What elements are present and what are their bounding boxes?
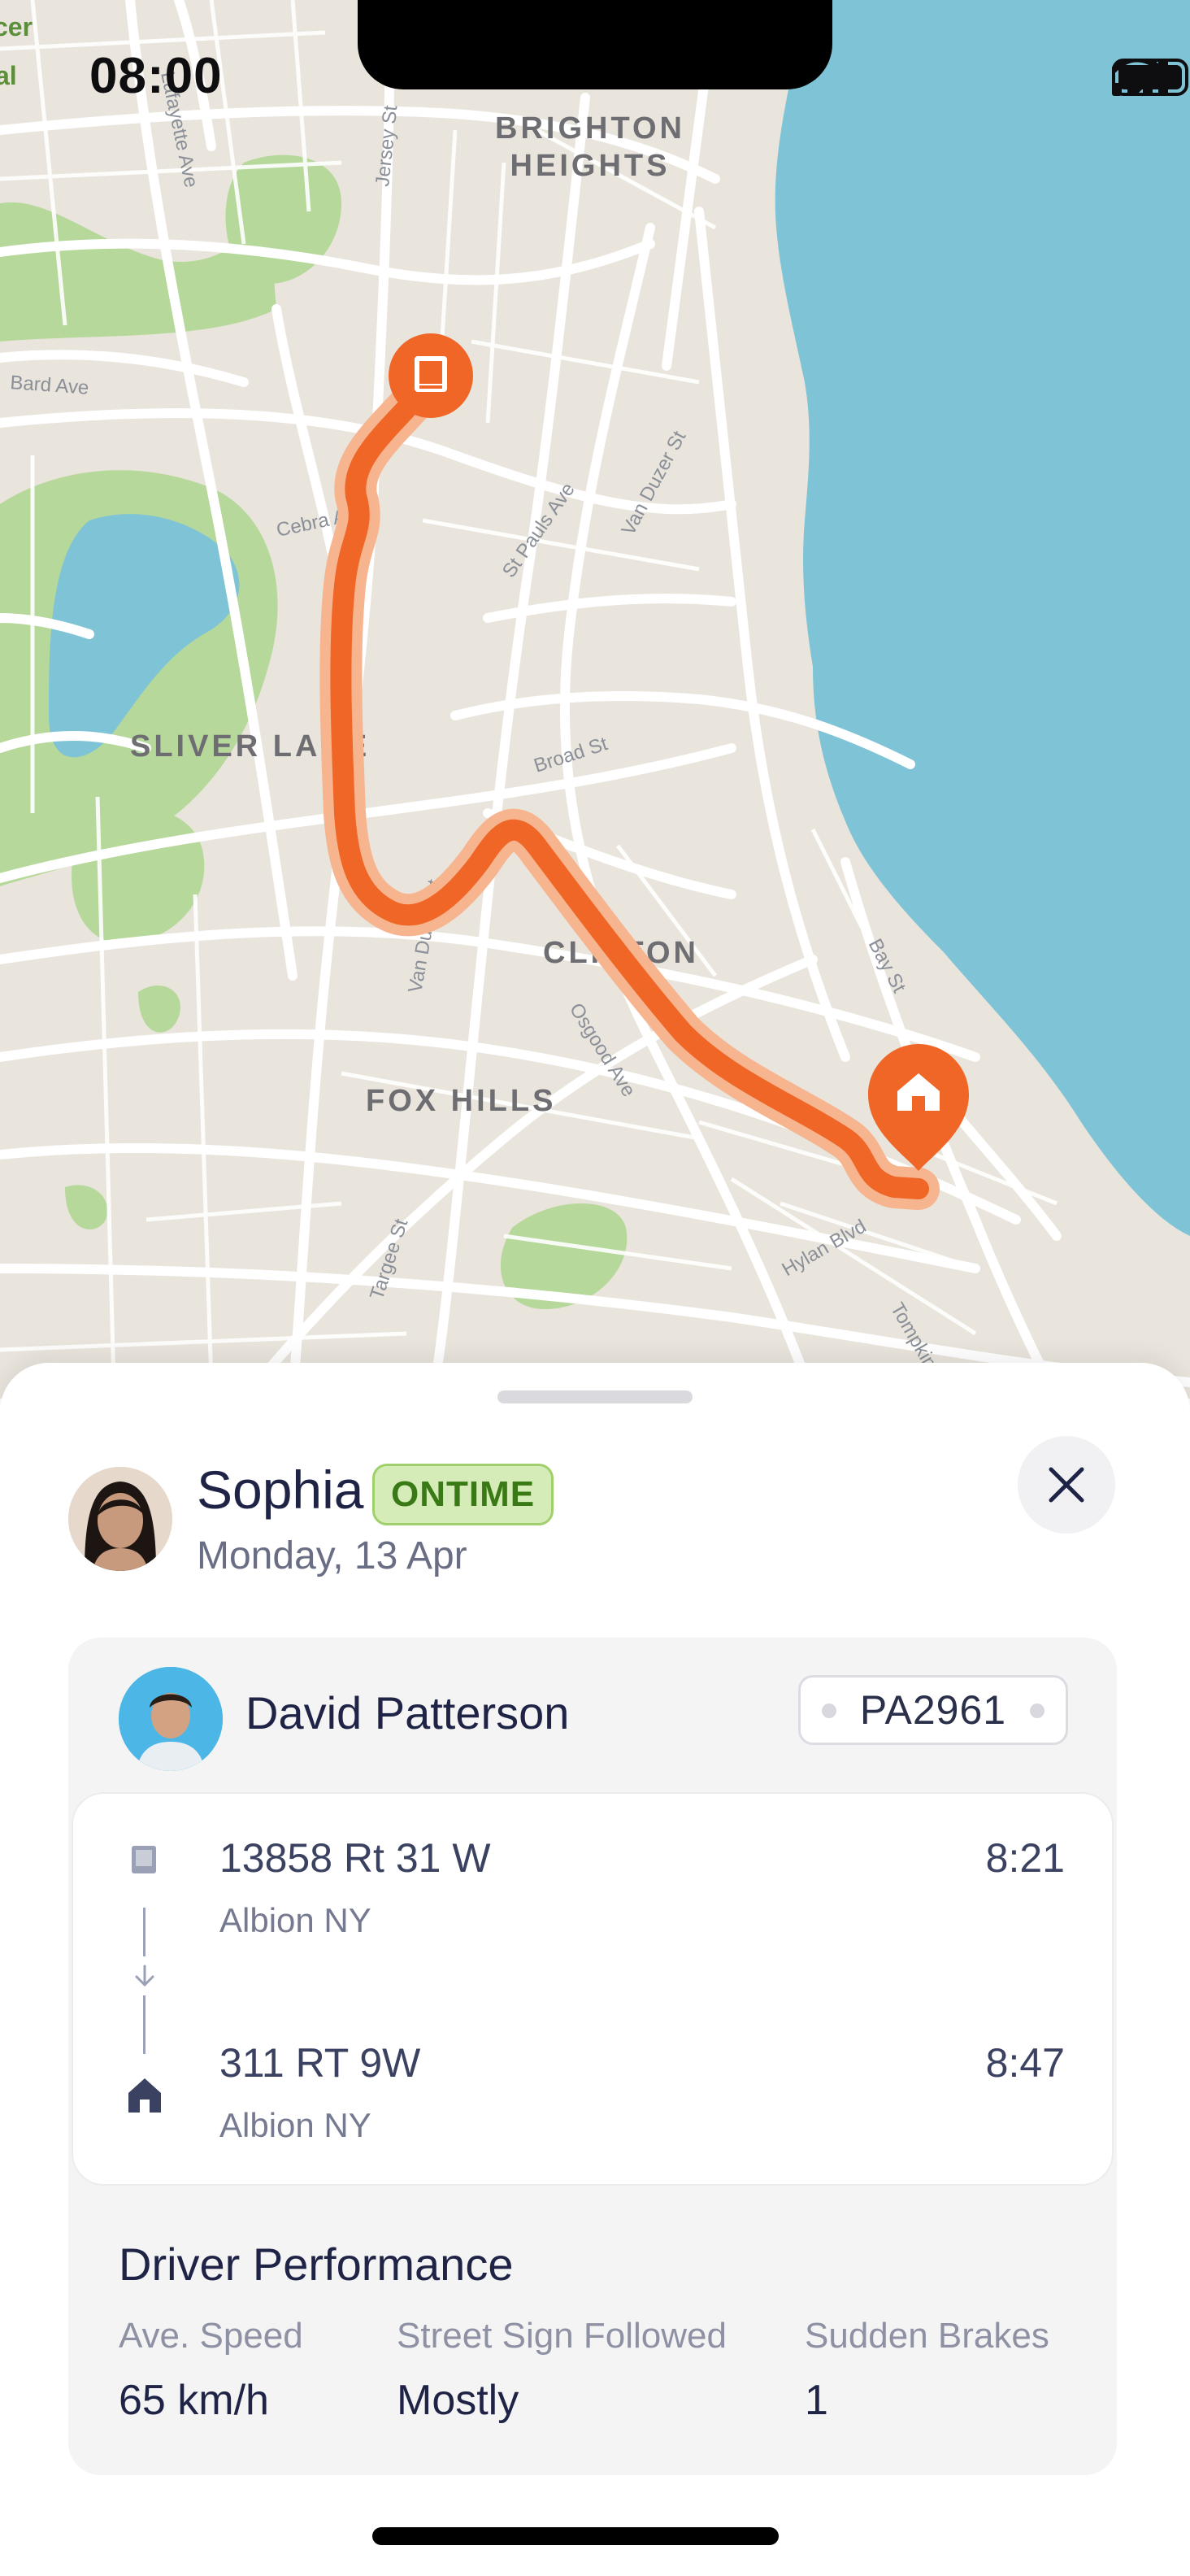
dropoff-time: 8:47 — [985, 2040, 1065, 2086]
area-label: FOX HILLS — [366, 1084, 556, 1118]
status-time: 08:00 — [89, 48, 223, 104]
route-connector — [143, 1908, 145, 1956]
performance-title: Driver Performance — [119, 2239, 514, 2290]
driver-name: David Patterson — [245, 1687, 570, 1738]
close-button[interactable] — [1018, 1436, 1115, 1534]
rider-avatar — [68, 1467, 172, 1571]
street-label: al — [0, 61, 17, 90]
home-indicator[interactable] — [372, 2527, 779, 2545]
trip-details-sheet: Sophia ONTIME Monday, 13 Apr David Patte… — [0, 1363, 1190, 2576]
home-icon — [128, 2078, 161, 2113]
route-map[interactable]: Lafayette Ave Jersey St Bard Ave Cebra A… — [0, 0, 1190, 1399]
metric-label: Ave. Speed — [119, 2316, 303, 2356]
pickup-time: 8:21 — [985, 1835, 1065, 1881]
street-label: cer — [0, 12, 33, 41]
area-label: HEIGHTS — [510, 149, 671, 183]
status-badge: ONTIME — [372, 1464, 554, 1525]
area-label: BRIGHTON — [495, 111, 685, 146]
device-notch — [358, 0, 832, 89]
trip-date: Monday, 13 Apr — [197, 1534, 467, 1577]
metric-label: Sudden Brakes — [805, 2316, 1049, 2356]
metric-value: Mostly — [397, 2377, 519, 2424]
trip-card: David Patterson PA2961 13858 Rt 31 W Alb… — [68, 1638, 1117, 2475]
driver-portrait — [119, 1667, 223, 1771]
sheet-grabber[interactable] — [497, 1390, 693, 1403]
close-icon — [1049, 1467, 1084, 1503]
arrow-down-icon — [135, 1965, 154, 1987]
driver-avatar — [119, 1667, 223, 1771]
book-icon — [132, 1846, 156, 1873]
route-connector — [143, 1995, 145, 2054]
metric-value: 1 — [805, 2377, 828, 2424]
metric-value: 65 km/h — [119, 2377, 269, 2424]
metric-label: Street Sign Followed — [397, 2316, 727, 2356]
pickup-city: Albion NY — [219, 1901, 371, 1939]
pickup-address: 13858 Rt 31 W — [219, 1835, 491, 1881]
pickup-pin[interactable] — [389, 333, 473, 418]
map-canvas: Lafayette Ave Jersey St Bard Ave Cebra A… — [0, 0, 1190, 1399]
battery-icon — [1112, 59, 1188, 96]
plate-number: PA2961 — [859, 1687, 1007, 1733]
plate-dot — [1030, 1704, 1045, 1718]
book-icon — [415, 356, 447, 392]
dropoff-address: 311 RT 9W — [219, 2040, 421, 2086]
route-summary: 13858 Rt 31 W Albion NY 8:21 311 RT 9W A… — [72, 1792, 1114, 2186]
rider-name: Sophia — [197, 1460, 364, 1520]
license-plate: PA2961 — [798, 1675, 1068, 1745]
rider-portrait — [68, 1467, 172, 1571]
plate-dot — [822, 1704, 836, 1718]
dropoff-city: Albion NY — [219, 2106, 371, 2144]
